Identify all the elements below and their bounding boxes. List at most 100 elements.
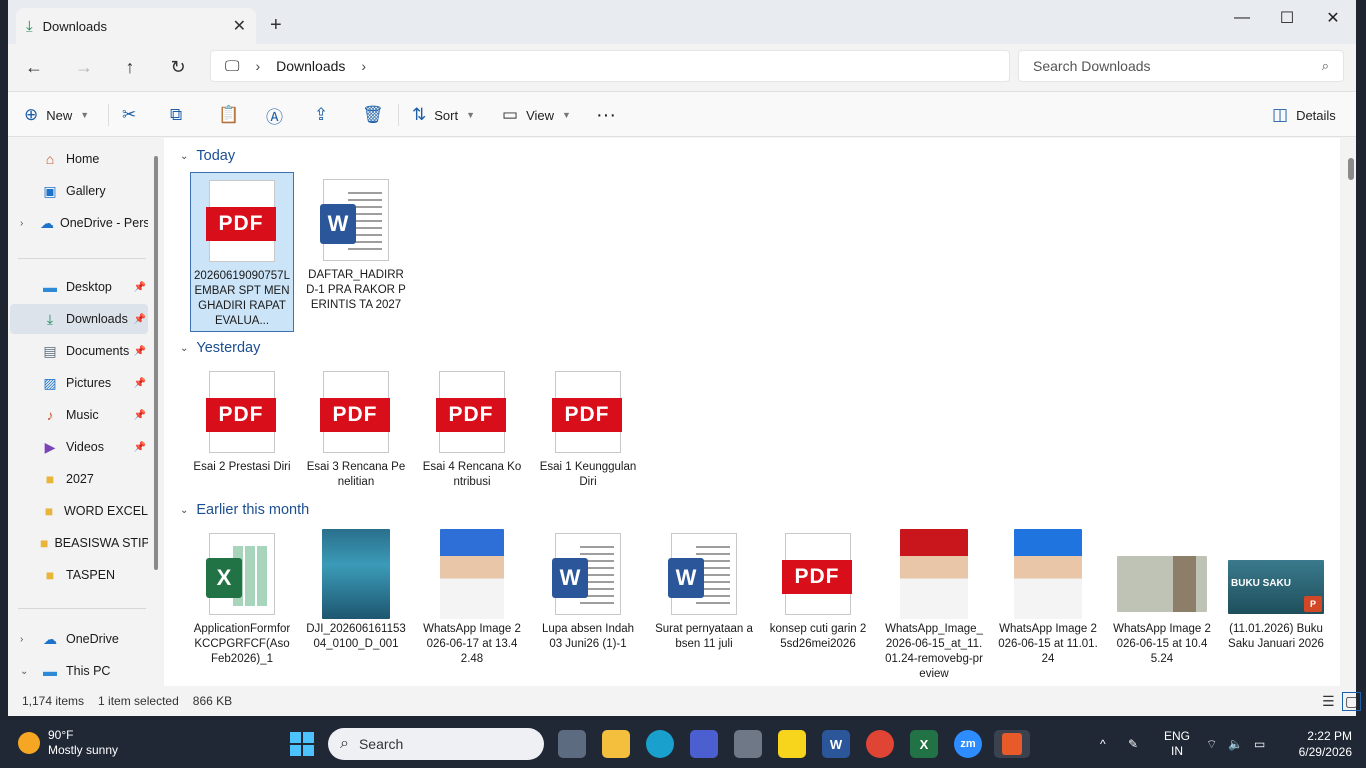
camera-icon[interactable] bbox=[734, 730, 762, 758]
search-input[interactable]: Search Downloads ⌕ bbox=[1018, 50, 1344, 82]
sidebar-item-onedrive[interactable]: › ☁ OneDrive bbox=[10, 624, 148, 654]
file-item[interactable]: PDF Esai 4 Rencana Kontribusi bbox=[420, 364, 524, 490]
paste-button[interactable]: 📋 bbox=[218, 102, 239, 128]
videos-icon: ▶ bbox=[44, 438, 56, 455]
chrome-icon[interactable] bbox=[866, 730, 894, 758]
sort-button[interactable]: ⇅ Sort ▼ bbox=[412, 102, 475, 128]
tab-downloads[interactable]: ⤓ Downloads ✕ bbox=[16, 8, 256, 44]
group-header-yesterday[interactable]: ⌄ Yesterday bbox=[180, 340, 260, 356]
sidebar-item-documents[interactable]: ▤ Documents 📌 bbox=[10, 336, 148, 366]
excel-app-icon[interactable]: X bbox=[910, 730, 938, 758]
sidebar-scrollbar[interactable] bbox=[154, 156, 158, 570]
sticky-notes-icon[interactable] bbox=[778, 730, 806, 758]
weather-widget[interactable]: 90°F Mostly sunny bbox=[18, 728, 118, 758]
close-tab-icon[interactable]: ✕ bbox=[233, 16, 246, 36]
copilot-icon[interactable] bbox=[690, 730, 718, 758]
language-indicator[interactable]: ENG IN bbox=[1164, 720, 1190, 768]
forward-arrow-icon[interactable]: → bbox=[70, 54, 98, 80]
tiles-view-icon[interactable]: ▢ bbox=[1342, 691, 1362, 711]
file-item[interactable]: X ApplicationFormforKCCPGRFCF(AsoFeb2026… bbox=[190, 526, 294, 667]
sidebar-item-pictures[interactable]: ▨ Pictures 📌 bbox=[10, 368, 148, 398]
wifi-icon[interactable]: ⌔ bbox=[1206, 720, 1217, 768]
close-window-button[interactable]: ✕ bbox=[1310, 4, 1356, 32]
group-header-earlier-this-month[interactable]: ⌄ Earlier this month bbox=[180, 502, 309, 518]
chevron-right-icon[interactable]: › bbox=[20, 218, 23, 229]
file-item[interactable]: WhatsApp Image 2026-06-15 at 11.01.24 bbox=[996, 526, 1100, 667]
battery-icon[interactable]: ▭ bbox=[1254, 720, 1265, 768]
sidebar-item-taspen[interactable]: ■ TASPEN bbox=[10, 560, 148, 590]
file-item[interactable]: W DAFTAR_HADIRRD-1 PRA RAKOR PERINTIS TA… bbox=[304, 172, 408, 313]
trash-icon: 🗑 bbox=[362, 105, 384, 124]
sidebar-item-music[interactable]: ♪ Music 📌 bbox=[10, 400, 148, 430]
address-bar[interactable]: 🖵 › Downloads › bbox=[210, 50, 1010, 82]
file-item[interactable]: W Surat pernyataan absen 11 juli bbox=[652, 526, 756, 652]
copy-icon: ⧉ bbox=[170, 105, 183, 124]
file-item[interactable]: WhatsApp Image 2026-06-15 at 10.45.24 bbox=[1110, 526, 1214, 667]
sidebar-item-onedrive-personal[interactable]: › ☁ OneDrive - Personal bbox=[10, 208, 148, 238]
pictures-icon: ▨ bbox=[43, 374, 57, 391]
file-explorer-icon[interactable] bbox=[602, 730, 630, 758]
sidebar-item-2027[interactable]: ■ 2027 bbox=[10, 464, 148, 494]
breadcrumb-downloads[interactable]: Downloads bbox=[276, 58, 345, 74]
file-item[interactable]: DJI_20260616115304_0100_D_001 bbox=[304, 526, 408, 652]
taskbar-search[interactable]: ⌕ Search bbox=[328, 728, 544, 760]
breadcrumb-chevron-icon[interactable]: › bbox=[361, 58, 366, 74]
show-hidden-icons[interactable]: ^ bbox=[1100, 720, 1106, 768]
pen-icon[interactable]: ✎ bbox=[1128, 720, 1138, 768]
back-arrow-icon[interactable]: ← bbox=[20, 54, 48, 80]
volume-muted-icon[interactable]: 🔈 bbox=[1228, 720, 1243, 768]
portrait-photo-thumbnail bbox=[1014, 529, 1082, 619]
maximize-button[interactable]: ☐ bbox=[1264, 4, 1310, 32]
file-item[interactable]: WhatsApp_Image_2026-06-15_at_11.01.24-re… bbox=[882, 526, 986, 682]
clock[interactable]: 2:22 PM 6/29/2026 bbox=[1288, 728, 1352, 760]
new-button[interactable]: ⊕ New ▼ bbox=[24, 102, 89, 128]
sidebar-item-home[interactable]: ⌂ Home bbox=[10, 144, 148, 174]
sidebar-item-this-pc[interactable]: ⌄ ▬ This PC bbox=[10, 656, 148, 686]
file-item[interactable]: WhatsApp Image 2026-06-17 at 13.42.48 bbox=[420, 526, 524, 667]
chevron-right-icon[interactable]: › bbox=[20, 634, 23, 645]
view-button[interactable]: ▭ View ▼ bbox=[502, 102, 571, 128]
powerpoint-badge-icon: P bbox=[1304, 596, 1322, 612]
details-label: Details bbox=[1296, 107, 1336, 123]
new-tab-button[interactable]: + bbox=[270, 14, 282, 37]
sidebar-item-label: 2027 bbox=[66, 472, 94, 486]
file-item[interactable]: PDF Esai 3 Rencana Penelitian bbox=[304, 364, 408, 490]
content-scrollbar[interactable] bbox=[1348, 158, 1354, 180]
list-view-icon[interactable]: ☰ bbox=[1322, 693, 1335, 710]
share-button[interactable]: ⇪ bbox=[314, 102, 328, 128]
refresh-icon[interactable]: ↻ bbox=[164, 54, 192, 80]
sidebar-item-videos[interactable]: ▶ Videos 📌 bbox=[10, 432, 148, 462]
windows-start-icon[interactable] bbox=[290, 732, 314, 756]
sidebar-item-word-excel[interactable]: ■ WORD EXCEL bbox=[10, 496, 148, 526]
file-item[interactable]: BUKU SAKU P (11.01.2026) Buku Saku Janua… bbox=[1224, 526, 1328, 652]
download-arrow-icon: ⤓ bbox=[26, 17, 33, 35]
pin-icon: 📌 bbox=[133, 409, 146, 421]
word-app-icon[interactable]: W bbox=[822, 730, 850, 758]
up-arrow-icon[interactable]: ↑ bbox=[116, 54, 144, 80]
sidebar-item-beasiswa-stip[interactable]: ■ BEASISWA STIP bbox=[10, 528, 148, 558]
search-icon: ⌕ bbox=[1321, 58, 1329, 73]
sidebar-item-label: Videos bbox=[66, 440, 104, 454]
office-app-icon[interactable] bbox=[994, 730, 1030, 758]
cut-button[interactable]: ✂ bbox=[122, 102, 136, 128]
delete-button[interactable]: 🗑 bbox=[362, 102, 384, 128]
group-header-today[interactable]: ⌄ Today bbox=[180, 148, 235, 164]
copy-button[interactable]: ⧉ bbox=[170, 102, 182, 128]
clipboard-icon: 📋 bbox=[218, 105, 240, 124]
file-item[interactable]: PDF Esai 2 Prestasi Diri bbox=[190, 364, 294, 475]
file-item[interactable]: PDF konsep cuti garin 25sd26mei2026 bbox=[766, 526, 870, 652]
details-button[interactable]: ◫ Details bbox=[1272, 102, 1336, 128]
zoom-icon[interactable]: zm bbox=[954, 730, 982, 758]
task-view-icon[interactable] bbox=[558, 730, 586, 758]
rename-button[interactable]: Ⓐ bbox=[266, 102, 283, 128]
more-options-button[interactable]: ··· bbox=[596, 102, 616, 128]
file-item[interactable]: W Lupa absen Indah 03 Juni26 (1)-1 bbox=[536, 526, 640, 652]
sidebar-item-downloads[interactable]: ⤓ Downloads 📌 bbox=[10, 304, 148, 334]
file-item[interactable]: PDF Esai 1 Keunggulan Diri bbox=[536, 364, 640, 490]
sidebar-item-desktop[interactable]: ▬ Desktop 📌 bbox=[10, 272, 148, 302]
minimize-button[interactable]: — bbox=[1219, 4, 1265, 32]
sidebar-item-gallery[interactable]: ▣ Gallery bbox=[10, 176, 148, 206]
edge-icon[interactable] bbox=[646, 730, 674, 758]
file-item[interactable]: PDF 20260619090757LEMBAR SPT MENGHADIRI … bbox=[190, 172, 294, 332]
chevron-down-icon[interactable]: ⌄ bbox=[20, 666, 28, 677]
